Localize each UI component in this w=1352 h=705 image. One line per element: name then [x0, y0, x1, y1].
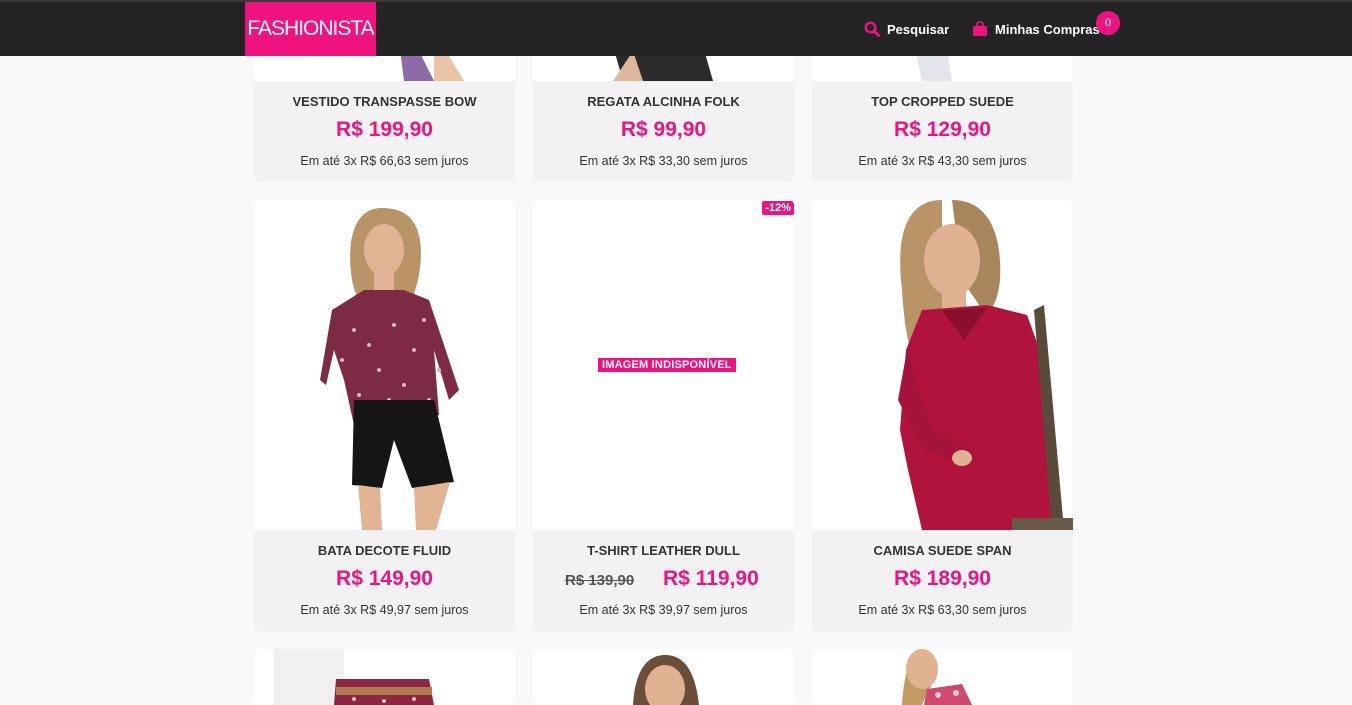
product-name[interactable]: CAMISA SUEDE SPAN	[812, 543, 1073, 558]
product-name[interactable]: BATA DECOTE FLUID	[254, 543, 515, 558]
product-price: R$ 99,90	[620, 118, 707, 141]
product-photo	[902, 649, 972, 705]
product-price: R$ 119,90	[663, 567, 759, 590]
product-name[interactable]: TOP CROPPED SUEDE	[812, 94, 1073, 109]
cart-label: Minhas Compras	[995, 21, 1100, 37]
product-name[interactable]: VESTIDO TRANSPASSE BOW	[254, 94, 515, 109]
product-old-price: R$ 139,90	[565, 572, 635, 589]
site-logo[interactable]: FASHIONISTA	[245, 2, 376, 56]
product-card[interactable]	[533, 649, 794, 705]
product-photo	[320, 208, 459, 530]
top-header: FASHIONISTA Pesquisar Minhas Compras 0	[0, 0, 1352, 56]
product-name[interactable]: REGATA ALCINHA FOLK	[533, 94, 794, 109]
product-info: VESTIDO TRANSPASSE BOW R$ 199,90 Em até …	[254, 81, 515, 182]
product-card[interactable]: CAMISA SUEDE SPAN R$ 189,90 Em até 3x R$…	[812, 200, 1073, 632]
product-price: R$ 129,90	[894, 118, 991, 141]
product-installments: Em até 3x R$ 49,97 sem juros	[300, 603, 469, 617]
product-card[interactable]: IMAGEM INDISPONÍVEL -12% T-SHIRT LEATHER…	[533, 200, 794, 632]
product-price: R$ 149,90	[336, 567, 433, 590]
product-card[interactable]	[812, 649, 1073, 705]
image-unavailable-label: IMAGEM INDISPONÍVEL	[598, 358, 736, 372]
discount-badge: -12%	[762, 201, 794, 215]
product-photo	[898, 200, 1073, 530]
product-price: R$ 189,90	[894, 567, 991, 590]
search-label: Pesquisar	[887, 21, 950, 37]
search-icon	[864, 21, 880, 37]
product-info: TOP CROPPED SUEDE R$ 129,90 Em até 3x R$…	[812, 81, 1073, 182]
search-link[interactable]: Pesquisar	[864, 2, 949, 56]
product-image[interactable]: IMAGEM INDISPONÍVEL -12%	[533, 200, 794, 530]
product-info: BATA DECOTE FLUID R$ 149,90 Em até 3x R$…	[254, 530, 515, 632]
product-price: R$ 199,90	[336, 118, 433, 141]
product-photo	[633, 655, 699, 705]
product-card[interactable]	[254, 649, 515, 705]
shopping-bag-icon	[972, 21, 988, 37]
product-installments: Em até 3x R$ 39,97 sem juros	[579, 603, 748, 617]
product-photo	[274, 649, 434, 705]
product-image[interactable]	[812, 200, 1073, 530]
product-installments: Em até 3x R$ 33,30 sem juros	[579, 154, 748, 168]
product-name[interactable]: T-SHIRT LEATHER DULL	[533, 543, 794, 558]
product-installments: Em até 3x R$ 66,63 sem juros	[300, 154, 469, 168]
product-info: T-SHIRT LEATHER DULL R$ 139,90 R$ 119,90…	[533, 530, 794, 632]
product-image[interactable]	[254, 200, 515, 530]
product-installments: Em até 3x R$ 43,30 sem juros	[858, 154, 1027, 168]
cart-count-badge: 0	[1096, 11, 1120, 35]
cart-link[interactable]: Minhas Compras	[972, 2, 1100, 56]
product-info: REGATA ALCINHA FOLK R$ 99,90 Em até 3x R…	[533, 81, 794, 182]
product-card[interactable]: BATA DECOTE FLUID R$ 149,90 Em até 3x R$…	[254, 200, 515, 632]
product-installments: Em até 3x R$ 63,30 sem juros	[858, 603, 1027, 617]
product-info: CAMISA SUEDE SPAN R$ 189,90 Em até 3x R$…	[812, 530, 1073, 632]
